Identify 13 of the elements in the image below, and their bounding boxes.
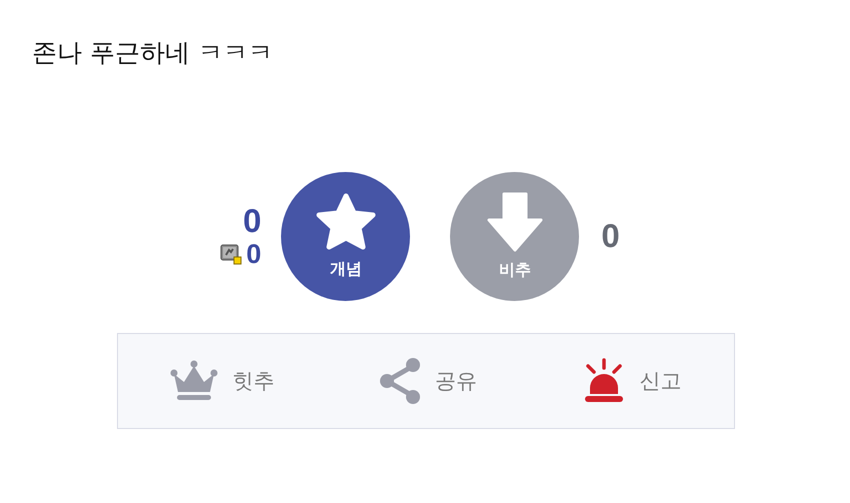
action-button[interactable]: 신고	[582, 358, 682, 404]
upvote-button[interactable]: 개념	[281, 172, 410, 300]
upvote-count: 0	[242, 203, 262, 239]
crown-icon	[170, 360, 218, 402]
action-button[interactable]: 힛추	[170, 360, 274, 402]
downvote-count: 0	[601, 217, 620, 255]
share-icon	[378, 358, 421, 404]
post-title: 존나 푸근하네 ㅋㅋㅋ	[31, 37, 274, 69]
star-icon	[316, 192, 376, 250]
down-arrow-icon	[486, 192, 543, 252]
downvote-button[interactable]: 비추	[450, 172, 580, 300]
action-button[interactable]: 공유	[378, 358, 477, 404]
fixed-upvote-count: 0	[246, 239, 262, 269]
